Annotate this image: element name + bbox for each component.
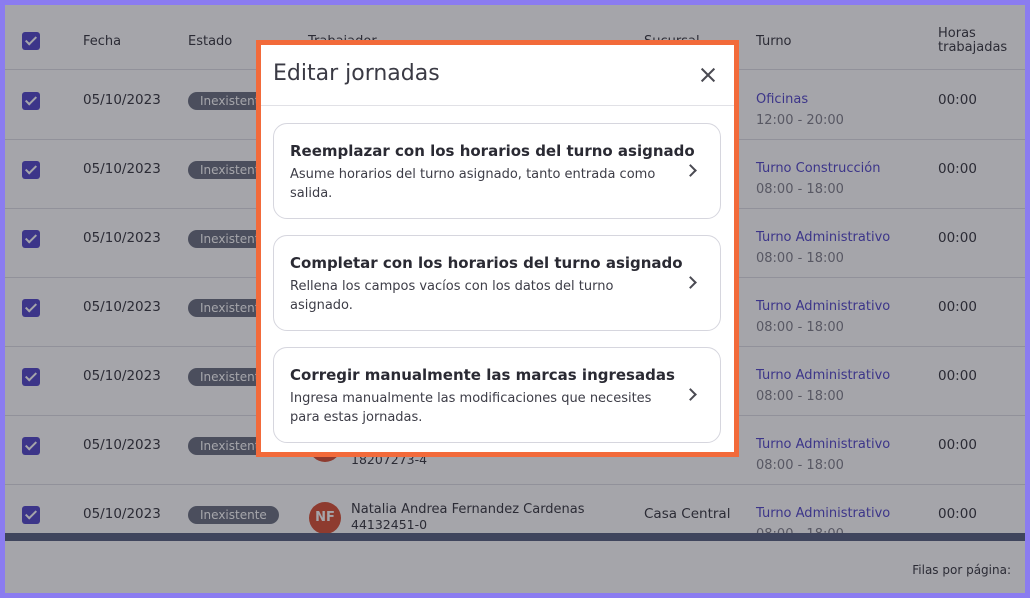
complete-with-shift-option[interactable]: Completar con los horarios del turno asi… [273, 235, 721, 331]
close-icon[interactable] [698, 65, 718, 85]
option-title: Reemplazar con los horarios del turno as… [290, 142, 695, 160]
replace-with-shift-option[interactable]: Reemplazar con los horarios del turno as… [273, 123, 721, 219]
chevron-right-icon [684, 164, 697, 177]
chevron-right-icon [684, 276, 697, 289]
option-title: Completar con los horarios del turno asi… [290, 254, 683, 272]
option-description: Rellena los campos vacíos con los datos … [290, 279, 614, 313]
modal-header: Editar jornadas [261, 45, 734, 106]
edit-workdays-modal: Editar jornadas Reemplazar con los horar… [256, 40, 739, 457]
option-description: Ingresa manualmente las modificaciones q… [290, 391, 652, 425]
modal-title: Editar jornadas [273, 61, 440, 86]
app-frame: Fecha Estado Trabajador Sucursal Turno H… [5, 5, 1025, 593]
chevron-right-icon [684, 388, 697, 401]
option-title: Corregir manualmente las marcas ingresad… [290, 366, 675, 384]
manual-correction-option[interactable]: Corregir manualmente las marcas ingresad… [273, 347, 721, 443]
option-description: Asume horarios del turno asignado, tanto… [290, 167, 656, 201]
